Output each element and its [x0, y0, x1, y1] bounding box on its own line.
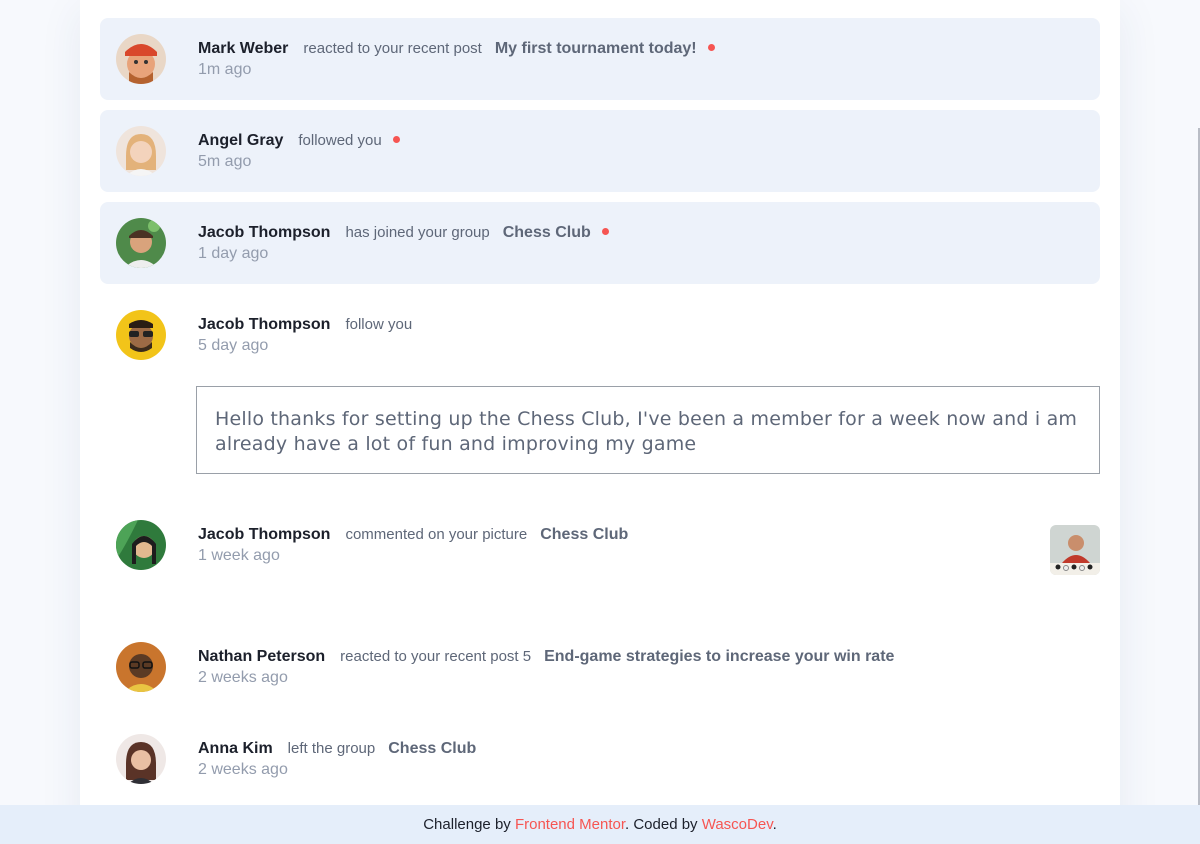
user-name[interactable]: Jacob Thompson — [198, 316, 330, 334]
notification-time: 1 day ago — [198, 245, 269, 262]
attribution-suffix: . — [772, 816, 777, 833]
user-name[interactable]: Anna Kim — [198, 740, 273, 758]
notification-item[interactable]: Jacob Thompson has joined your group Che… — [100, 202, 1100, 284]
private-message[interactable]: Hello thanks for setting up the Chess Cl… — [196, 386, 1100, 474]
frontend-mentor-link[interactable]: Frontend Mentor — [515, 816, 625, 833]
notification-time: 1 week ago — [198, 547, 280, 564]
user-name[interactable]: Nathan Peterson — [198, 648, 325, 666]
notification-item[interactable]: Anna Kim left the group Chess Club 2 wee… — [100, 718, 1100, 800]
post-link[interactable]: My first tournament today! — [495, 40, 697, 58]
notification-item[interactable]: Angel Gray followed you 5m ago — [100, 110, 1100, 192]
notification-action: reacted to your recent post — [303, 40, 482, 57]
attribution-footer: Challenge by Frontend Mentor. Coded by W… — [0, 805, 1200, 844]
avatar[interactable] — [116, 126, 166, 176]
unread-dot-icon — [392, 136, 400, 143]
avatar[interactable] — [116, 734, 166, 784]
notification-time: 5 day ago — [198, 337, 269, 354]
notification-item[interactable]: Jacob Thompson commented on your picture… — [100, 504, 1100, 586]
post-link[interactable]: End-game strategies to increase your win… — [544, 648, 894, 666]
avatar[interactable] — [116, 34, 166, 84]
avatar[interactable] — [116, 520, 166, 570]
notification-time: 2 weeks ago — [198, 669, 288, 686]
user-name[interactable]: Jacob Thompson — [198, 224, 330, 242]
notification-time: 1m ago — [198, 61, 252, 78]
notification-time: 5m ago — [198, 153, 252, 170]
user-name[interactable]: Jacob Thompson — [198, 526, 330, 544]
author-link[interactable]: WascoDev — [702, 816, 773, 833]
commented-picture-thumbnail[interactable] — [1050, 525, 1100, 575]
group-link[interactable]: Chess Club — [503, 224, 591, 242]
notification-action: has joined your group — [345, 224, 490, 241]
user-name[interactable]: Angel Gray — [198, 132, 283, 150]
notification-action: commented on your picture — [345, 526, 528, 543]
group-link[interactable]: Chess Club — [540, 526, 628, 544]
avatar[interactable] — [116, 310, 166, 360]
avatar[interactable] — [116, 642, 166, 692]
notification-action: follow you — [345, 316, 413, 333]
notification-item[interactable]: Nathan Peterson reacted to your recent p… — [100, 626, 1100, 708]
unread-dot-icon — [601, 228, 609, 235]
attribution-middle: . Coded by — [625, 816, 702, 833]
notification-item[interactable]: Jacob Thompson follow you 5 day ago — [100, 294, 1100, 376]
notification-action: left the group — [287, 740, 376, 757]
notification-action: followed you — [298, 132, 382, 149]
group-link[interactable]: Chess Club — [388, 740, 476, 758]
notification-action: reacted to your recent post 5 — [340, 648, 532, 665]
notification-item[interactable]: Mark Weber reacted to your recent post M… — [100, 18, 1100, 100]
user-name[interactable]: Mark Weber — [198, 40, 288, 58]
avatar[interactable] — [116, 218, 166, 268]
attribution-prefix: Challenge by — [423, 816, 515, 833]
notification-time: 2 weeks ago — [198, 761, 288, 778]
unread-dot-icon — [707, 44, 715, 51]
